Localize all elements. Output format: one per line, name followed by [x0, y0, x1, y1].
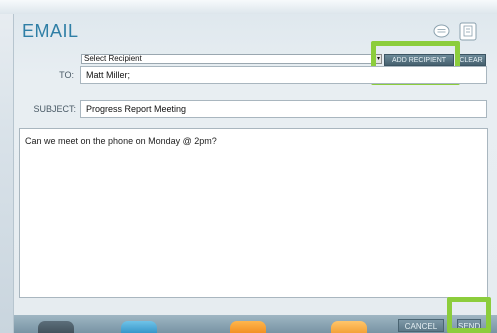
email-title: EMAIL: [22, 21, 79, 41]
dock-app-icon[interactable]: [121, 321, 157, 333]
recipient-select-value: Select Recipient: [84, 54, 142, 63]
dock-app-icon[interactable]: [230, 321, 266, 333]
chat-bubble-icon[interactable]: [433, 24, 450, 39]
message-body[interactable]: Can we meet on the phone on Monday @ 2pm…: [19, 128, 488, 298]
email-panel: EMAIL Select Recipient ▾ ADD RECIPIENT C…: [13, 14, 497, 333]
clear-button[interactable]: CLEAR: [456, 54, 486, 66]
send-highlight: [447, 297, 491, 333]
dock-app-icon[interactable]: [331, 321, 367, 333]
subject-label: SUBJECT:: [33, 104, 76, 114]
dock-app-icon[interactable]: [38, 321, 74, 333]
note-icon[interactable]: [459, 22, 477, 41]
cancel-button[interactable]: CANCEL: [398, 319, 444, 332]
to-label: TO:: [59, 70, 74, 80]
recipient-select[interactable]: Select Recipient ▾: [81, 54, 382, 64]
frame-top-bevel: [0, 0, 497, 14]
subject-field[interactable]: Progress Report Meeting: [80, 100, 487, 118]
to-field[interactable]: Matt Miller;: [80, 66, 487, 84]
